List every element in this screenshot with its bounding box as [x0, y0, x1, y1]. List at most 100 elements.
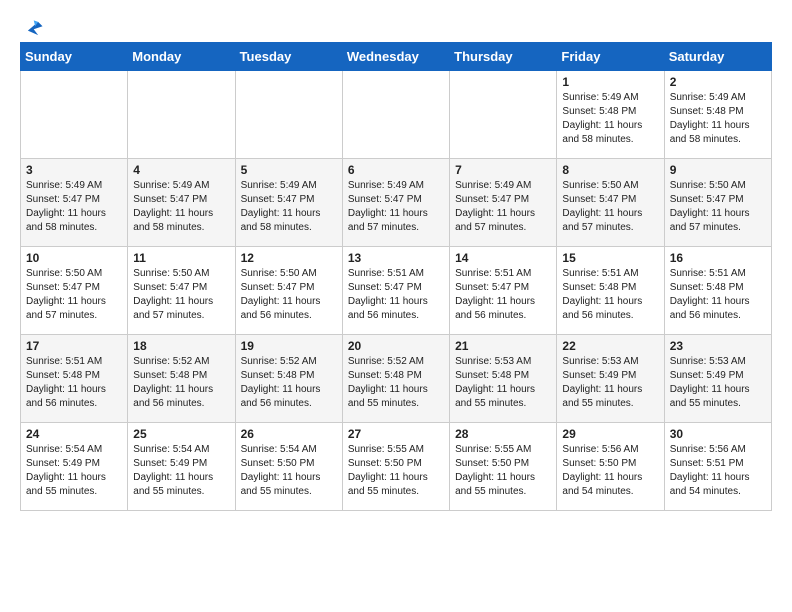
cell-text: Sunrise: 5:52 AM	[348, 355, 444, 369]
day-number: 19	[241, 339, 337, 353]
cell-text: Sunrise: 5:50 AM	[562, 179, 658, 193]
day-number: 21	[455, 339, 551, 353]
calendar-cell: 17Sunrise: 5:51 AMSunset: 5:48 PMDayligh…	[21, 335, 128, 423]
calendar-cell: 20Sunrise: 5:52 AMSunset: 5:48 PMDayligh…	[342, 335, 449, 423]
calendar-cell: 23Sunrise: 5:53 AMSunset: 5:49 PMDayligh…	[664, 335, 771, 423]
calendar-cell: 15Sunrise: 5:51 AMSunset: 5:48 PMDayligh…	[557, 247, 664, 335]
day-number: 1	[562, 75, 658, 89]
day-number: 30	[670, 427, 766, 441]
cell-text: Daylight: 11 hours and 55 minutes.	[455, 383, 551, 411]
day-number: 24	[26, 427, 122, 441]
cell-text: Daylight: 11 hours and 55 minutes.	[562, 383, 658, 411]
day-number: 22	[562, 339, 658, 353]
cell-text: Sunset: 5:49 PM	[562, 369, 658, 383]
cell-text: Sunset: 5:50 PM	[348, 457, 444, 471]
cell-text: Sunset: 5:50 PM	[562, 457, 658, 471]
cell-text: Sunset: 5:51 PM	[670, 457, 766, 471]
cell-text: Sunset: 5:47 PM	[562, 193, 658, 207]
calendar-cell: 5Sunrise: 5:49 AMSunset: 5:47 PMDaylight…	[235, 159, 342, 247]
calendar-cell: 10Sunrise: 5:50 AMSunset: 5:47 PMDayligh…	[21, 247, 128, 335]
weekday-monday: Monday	[128, 43, 235, 71]
cell-text: Daylight: 11 hours and 56 minutes.	[241, 295, 337, 323]
cell-text: Daylight: 11 hours and 55 minutes.	[670, 383, 766, 411]
cell-text: Sunrise: 5:51 AM	[348, 267, 444, 281]
cell-text: Sunrise: 5:55 AM	[348, 443, 444, 457]
cell-text: Daylight: 11 hours and 58 minutes.	[26, 207, 122, 235]
cell-text: Daylight: 11 hours and 58 minutes.	[133, 207, 229, 235]
week-row-4: 24Sunrise: 5:54 AMSunset: 5:49 PMDayligh…	[21, 423, 772, 511]
calendar-cell: 21Sunrise: 5:53 AMSunset: 5:48 PMDayligh…	[450, 335, 557, 423]
cell-text: Sunrise: 5:51 AM	[562, 267, 658, 281]
day-number: 9	[670, 163, 766, 177]
calendar-cell: 18Sunrise: 5:52 AMSunset: 5:48 PMDayligh…	[128, 335, 235, 423]
cell-text: Daylight: 11 hours and 55 minutes.	[348, 383, 444, 411]
calendar-cell: 3Sunrise: 5:49 AMSunset: 5:47 PMDaylight…	[21, 159, 128, 247]
cell-text: Sunrise: 5:56 AM	[670, 443, 766, 457]
calendar-cell: 27Sunrise: 5:55 AMSunset: 5:50 PMDayligh…	[342, 423, 449, 511]
cell-text: Daylight: 11 hours and 56 minutes.	[26, 383, 122, 411]
cell-text: Daylight: 11 hours and 58 minutes.	[562, 119, 658, 147]
day-number: 7	[455, 163, 551, 177]
cell-text: Sunrise: 5:49 AM	[133, 179, 229, 193]
day-number: 18	[133, 339, 229, 353]
calendar-cell: 6Sunrise: 5:49 AMSunset: 5:47 PMDaylight…	[342, 159, 449, 247]
weekday-friday: Friday	[557, 43, 664, 71]
calendar-cell: 9 Sunrise: 5:50 AMSunset: 5:47 PMDaylight…	[664, 159, 771, 247]
weekday-sunday: Sunday	[21, 43, 128, 71]
calendar-cell	[21, 71, 128, 159]
calendar-cell	[450, 71, 557, 159]
day-number: 8	[562, 163, 658, 177]
day-number: 12	[241, 251, 337, 265]
page: SundayMondayTuesdayWednesdayThursdayFrid…	[0, 0, 792, 527]
cell-text: Daylight: 11 hours and 57 minutes.	[133, 295, 229, 323]
cell-text: Sunset: 5:48 PM	[562, 105, 658, 119]
week-row-0: 1Sunrise: 5:49 AMSunset: 5:48 PMDaylight…	[21, 71, 772, 159]
calendar-cell: 22Sunrise: 5:53 AMSunset: 5:49 PMDayligh…	[557, 335, 664, 423]
cell-text: Daylight: 11 hours and 57 minutes.	[562, 207, 658, 235]
cell-text: Sunset: 5:48 PM	[670, 281, 766, 295]
cell-text: Sunset: 5:47 PM	[670, 193, 766, 207]
logo-bird-icon	[22, 16, 44, 38]
cell-text: Sunrise: 5:54 AM	[241, 443, 337, 457]
cell-text: Sunset: 5:48 PM	[26, 369, 122, 383]
cell-text: Sunset: 5:49 PM	[26, 457, 122, 471]
calendar-cell: 14Sunrise: 5:51 AMSunset: 5:47 PMDayligh…	[450, 247, 557, 335]
day-number: 6	[348, 163, 444, 177]
cell-text: Sunrise: 5:49 AM	[455, 179, 551, 193]
cell-text: Sunset: 5:47 PM	[241, 193, 337, 207]
cell-text: Sunset: 5:50 PM	[241, 457, 337, 471]
calendar-cell: 29Sunrise: 5:56 AMSunset: 5:50 PMDayligh…	[557, 423, 664, 511]
day-number: 2	[670, 75, 766, 89]
cell-text: Sunset: 5:48 PM	[133, 369, 229, 383]
calendar-cell	[235, 71, 342, 159]
cell-text: Daylight: 11 hours and 56 minutes.	[348, 295, 444, 323]
cell-text: Sunset: 5:48 PM	[241, 369, 337, 383]
cell-text: Sunset: 5:49 PM	[670, 369, 766, 383]
day-number: 26	[241, 427, 337, 441]
cell-text: Sunrise: 5:56 AM	[562, 443, 658, 457]
cell-text: Daylight: 11 hours and 58 minutes.	[670, 119, 766, 147]
cell-text: Sunrise: 5:50 AM	[670, 179, 766, 193]
cell-text: Daylight: 11 hours and 57 minutes.	[670, 207, 766, 235]
day-number: 14	[455, 251, 551, 265]
day-number: 13	[348, 251, 444, 265]
day-number: 17	[26, 339, 122, 353]
cell-text: Sunset: 5:48 PM	[562, 281, 658, 295]
calendar-cell: 11Sunrise: 5:50 AMSunset: 5:47 PMDayligh…	[128, 247, 235, 335]
calendar-cell: 25Sunrise: 5:54 AMSunset: 5:49 PMDayligh…	[128, 423, 235, 511]
cell-text: Sunrise: 5:49 AM	[348, 179, 444, 193]
week-row-3: 17Sunrise: 5:51 AMSunset: 5:48 PMDayligh…	[21, 335, 772, 423]
cell-text: Sunset: 5:47 PM	[348, 281, 444, 295]
day-number: 5	[241, 163, 337, 177]
cell-text: Sunrise: 5:51 AM	[670, 267, 766, 281]
cell-text: Daylight: 11 hours and 56 minutes.	[455, 295, 551, 323]
cell-text: Sunrise: 5:50 AM	[26, 267, 122, 281]
cell-text: Daylight: 11 hours and 57 minutes.	[455, 207, 551, 235]
calendar-cell: 8 Sunrise: 5:50 AMSunset: 5:47 PMDaylight…	[557, 159, 664, 247]
day-number: 20	[348, 339, 444, 353]
calendar-cell: 7Sunrise: 5:49 AMSunset: 5:47 PMDaylight…	[450, 159, 557, 247]
cell-text: Daylight: 11 hours and 57 minutes.	[348, 207, 444, 235]
cell-text: Sunset: 5:47 PM	[133, 281, 229, 295]
header	[20, 16, 772, 34]
day-number: 4	[133, 163, 229, 177]
